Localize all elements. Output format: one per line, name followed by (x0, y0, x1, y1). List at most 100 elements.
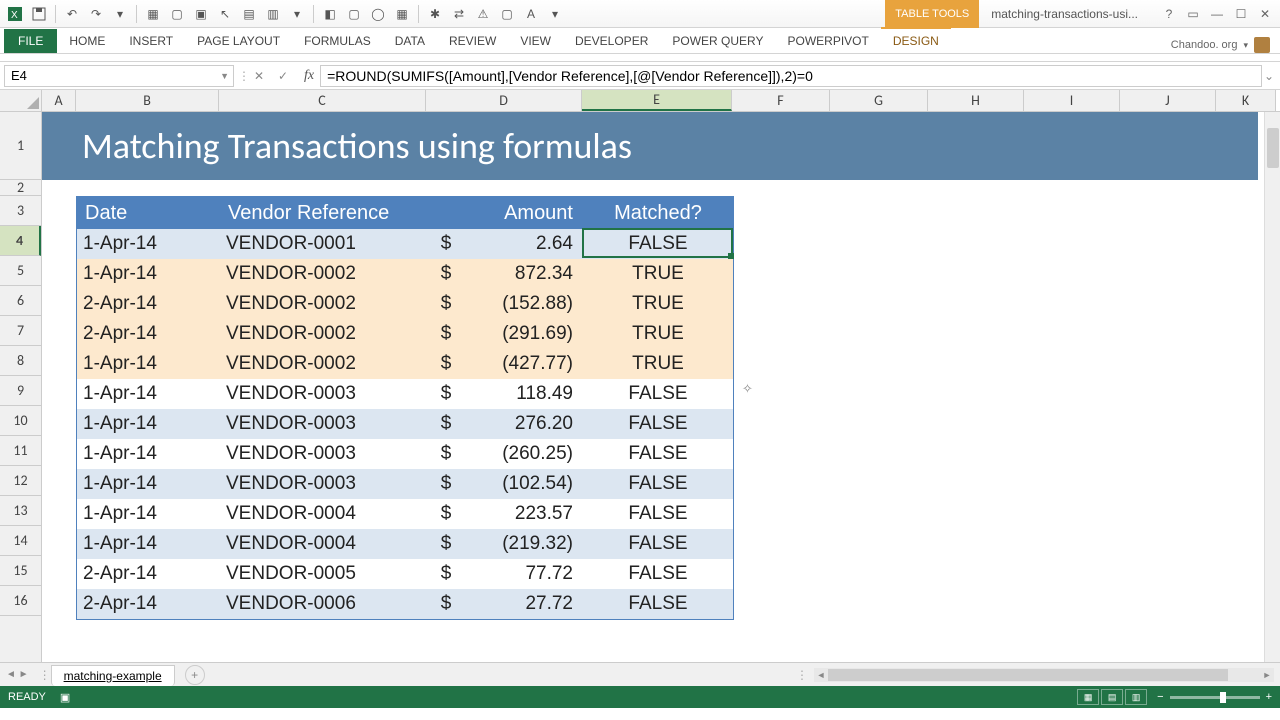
qat-tool-icon[interactable]: ▥ (262, 3, 284, 25)
page-break-view-icon[interactable]: ▥ (1125, 689, 1147, 705)
undo-icon[interactable]: ↶ (61, 3, 83, 25)
cell-amount[interactable]: (152.88) (465, 289, 583, 319)
cell-currency[interactable]: $ (427, 259, 465, 289)
row-header[interactable]: 2 (0, 180, 41, 196)
row-header[interactable]: 16 (0, 586, 41, 616)
cell-date[interactable]: 1-Apr-14 (77, 499, 220, 529)
cell-date[interactable]: 1-Apr-14 (77, 529, 220, 559)
cell-amount[interactable]: (219.32) (465, 529, 583, 559)
cell-currency[interactable]: $ (427, 529, 465, 559)
cell-currency[interactable]: $ (427, 409, 465, 439)
tab-home[interactable]: HOME (57, 29, 117, 53)
cell-date[interactable]: 2-Apr-14 (77, 289, 220, 319)
redo-icon[interactable]: ↷ (85, 3, 107, 25)
cell-date[interactable]: 1-Apr-14 (77, 439, 220, 469)
scroll-right-icon[interactable]: ► (1260, 670, 1274, 680)
table-header-date[interactable]: Date (77, 197, 220, 229)
cell-currency[interactable]: $ (427, 499, 465, 529)
table-row[interactable]: 1-Apr-14VENDOR-0004$(219.32)FALSE (77, 529, 733, 559)
cell-currency[interactable]: $ (427, 439, 465, 469)
table-row[interactable]: 2-Apr-14VENDOR-0002$(291.69)TRUE (77, 319, 733, 349)
warning-icon[interactable]: ⚠ (472, 3, 494, 25)
cell-currency[interactable]: $ (427, 229, 465, 259)
cell-amount[interactable]: 2.64 (465, 229, 583, 259)
cell-vendor[interactable]: VENDOR-0006 (220, 589, 427, 619)
table-row[interactable]: 1-Apr-14VENDOR-0002$(427.77)TRUE (77, 349, 733, 379)
account-label[interactable]: Chandoo. org ▾ (1165, 37, 1276, 53)
col-header-f[interactable]: F (732, 90, 830, 111)
help-icon[interactable]: ? (1158, 4, 1180, 24)
row-header[interactable]: 9 (0, 376, 41, 406)
cell-matched[interactable]: FALSE (583, 439, 733, 469)
cell-date[interactable]: 1-Apr-14 (77, 469, 220, 499)
col-header-k[interactable]: K (1216, 90, 1276, 111)
cell-amount[interactable]: 223.57 (465, 499, 583, 529)
cell-matched[interactable]: FALSE (583, 529, 733, 559)
cell-matched[interactable]: FALSE (583, 409, 733, 439)
excel-icon[interactable]: X (4, 3, 26, 25)
tab-insert[interactable]: INSERT (117, 29, 185, 53)
col-header-j[interactable]: J (1120, 90, 1216, 111)
close-icon[interactable]: ✕ (1254, 4, 1276, 24)
cursor-icon[interactable]: ↖ (214, 3, 236, 25)
qat-tool-icon[interactable]: ▦ (142, 3, 164, 25)
cell-matched[interactable]: FALSE (583, 229, 733, 259)
cell-date[interactable]: 1-Apr-14 (77, 379, 220, 409)
cell-matched[interactable]: TRUE (583, 349, 733, 379)
zoom-out-icon[interactable]: − (1157, 691, 1163, 703)
col-header-a[interactable]: A (42, 90, 76, 111)
qat-tool-icon[interactable]: ▾ (286, 3, 308, 25)
row-header[interactable]: 4 (0, 226, 41, 256)
maximize-icon[interactable]: ☐ (1230, 4, 1252, 24)
cell-matched[interactable]: TRUE (583, 319, 733, 349)
col-header-g[interactable]: G (830, 90, 928, 111)
shape-icon[interactable]: ◯ (367, 3, 389, 25)
table-row[interactable]: 2-Apr-14VENDOR-0002$(152.88)TRUE (77, 289, 733, 319)
minimize-icon[interactable]: — (1206, 4, 1228, 24)
sheet-nav[interactable]: ◄ ► (6, 669, 39, 680)
cell-vendor[interactable]: VENDOR-0003 (220, 439, 427, 469)
name-box[interactable]: E4 ▼ (4, 65, 234, 87)
cell-vendor[interactable]: VENDOR-0002 (220, 319, 427, 349)
select-all-button[interactable] (0, 90, 42, 111)
row-header[interactable]: 3 (0, 196, 41, 226)
tab-review[interactable]: REVIEW (437, 29, 508, 53)
macro-record-icon[interactable]: ▣ (60, 691, 70, 704)
ribbon-options-icon[interactable]: ▭ (1182, 4, 1204, 24)
cell-currency[interactable]: $ (427, 349, 465, 379)
scrollbar-thumb[interactable] (1267, 128, 1279, 168)
col-header-c[interactable]: C (219, 90, 426, 111)
qat-tool-icon[interactable]: ⇄ (448, 3, 470, 25)
zoom-slider[interactable] (1170, 696, 1260, 699)
table-row[interactable]: 2-Apr-14VENDOR-0006$27.72FALSE (77, 589, 733, 619)
tab-view[interactable]: VIEW (508, 29, 563, 53)
cell-currency[interactable]: $ (427, 559, 465, 589)
row-header[interactable]: 5 (0, 256, 41, 286)
zoom-in-icon[interactable]: + (1266, 691, 1272, 703)
table-row[interactable]: 1-Apr-14VENDOR-0003$(260.25)FALSE (77, 439, 733, 469)
table-header-amount[interactable]: Amount (427, 197, 583, 229)
col-header-e[interactable]: E (582, 90, 732, 111)
formula-input[interactable]: =ROUND(SUMIFS([Amount],[Vendor Reference… (320, 65, 1262, 87)
cancel-formula-icon[interactable]: ✕ (248, 66, 270, 86)
cell-amount[interactable]: 118.49 (465, 379, 583, 409)
tab-file[interactable]: FILE (4, 29, 57, 53)
row-header[interactable]: 15 (0, 556, 41, 586)
cell-amount[interactable]: 276.20 (465, 409, 583, 439)
table-row[interactable]: 1-Apr-14VENDOR-0004$223.57FALSE (77, 499, 733, 529)
cell-vendor[interactable]: VENDOR-0002 (220, 289, 427, 319)
text-icon[interactable]: A (520, 3, 542, 25)
qat-tool-icon[interactable]: ▢ (496, 3, 518, 25)
cell-amount[interactable]: 872.34 (465, 259, 583, 289)
cell-currency[interactable]: $ (427, 289, 465, 319)
table-row[interactable]: 1-Apr-14VENDOR-0001$2.64FALSE (77, 229, 733, 259)
cell-amount[interactable]: (291.69) (465, 319, 583, 349)
tab-page-layout[interactable]: PAGE LAYOUT (185, 29, 292, 53)
qat-more-icon[interactable]: ▾ (109, 3, 131, 25)
row-header[interactable]: 11 (0, 436, 41, 466)
cell-vendor[interactable]: VENDOR-0005 (220, 559, 427, 589)
cell-amount[interactable]: (260.25) (465, 439, 583, 469)
table-row[interactable]: 1-Apr-14VENDOR-0003$118.49FALSE (77, 379, 733, 409)
page-layout-view-icon[interactable]: ▤ (1101, 689, 1123, 705)
row-header[interactable]: 1 (0, 112, 41, 180)
